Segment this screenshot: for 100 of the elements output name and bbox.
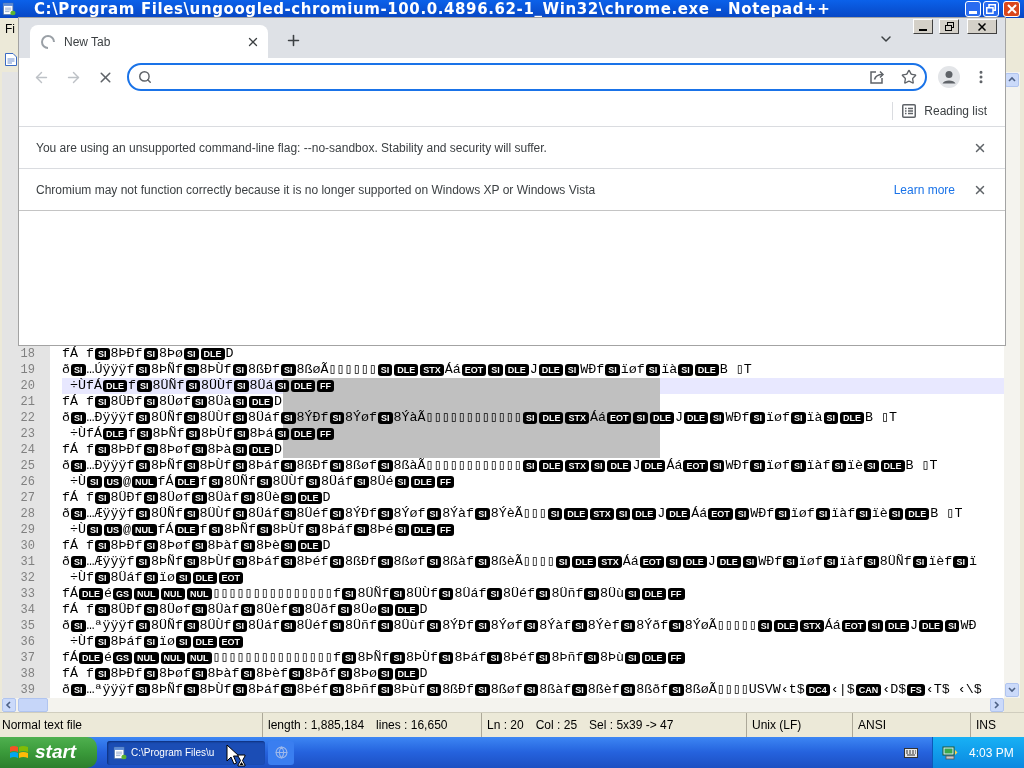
control-char-tag: SI [71, 364, 86, 376]
code-text: é [104, 650, 112, 666]
code-text: ï [968, 554, 977, 570]
code-text: 8ÞÐf [110, 346, 143, 362]
code-text: 8Þñf [551, 650, 584, 666]
control-char-tag: SI [95, 348, 110, 360]
status-text: Normal text file [2, 717, 83, 734]
control-char-tag: SI [337, 604, 353, 616]
control-char-tag: DLE [79, 588, 103, 600]
control-char-tag: SI [475, 508, 490, 520]
control-char-tag: NUL [134, 588, 159, 600]
scroll-left-button[interactable] [2, 698, 16, 712]
menu-item[interactable]: Fi [5, 22, 15, 36]
code-text: 8ÜÙf [199, 410, 232, 426]
status-text: Ln : 20 [487, 717, 524, 734]
control-char-tag: SI [337, 668, 353, 680]
control-char-tag: SI [864, 556, 879, 568]
control-char-tag: SI [143, 604, 159, 616]
control-char-tag: DLE [538, 364, 563, 376]
control-char-tag: SI [232, 620, 248, 632]
code-text: 8ÜÑf [224, 474, 257, 490]
control-char-tag: SI [184, 684, 199, 696]
code-text: ïøf [620, 362, 645, 378]
control-char-tag: SI [87, 524, 102, 536]
control-char-tag: SI [232, 460, 248, 472]
control-char-tag: STX [590, 508, 614, 520]
browser-tab[interactable]: New Tab [30, 25, 268, 58]
code-text: 8Þø [159, 346, 184, 362]
control-char-tag: SI [329, 556, 345, 568]
line-number: 34 [20, 602, 35, 618]
line-number: 20 [20, 378, 35, 394]
code-text: ð [62, 618, 70, 634]
code-text: 8Üùf [393, 618, 426, 634]
code-text: WÐf [580, 362, 605, 378]
avatar-icon[interactable] [938, 66, 960, 88]
code-text: fÁ f [62, 538, 94, 554]
control-char-tag: SI [185, 428, 201, 440]
keyboard-icon[interactable] [904, 747, 918, 758]
control-char-tag: SI [645, 364, 661, 376]
code-text: 8ÞÐf [110, 442, 143, 458]
scrollbar-thumb[interactable] [18, 698, 48, 712]
code-text: fÁ f [62, 602, 94, 618]
line-number: 26 [20, 474, 35, 490]
document-icon[interactable] [5, 53, 17, 66]
code-text: fÁ f [62, 442, 94, 458]
control-char-tag: SI [281, 540, 296, 552]
code-text: 8Þáf [110, 634, 143, 650]
window-title: C:\Program Files\ungoogled-chromium-100.0.4896.62-1_Win32\chrome.exe - Notepad++ [34, 0, 831, 18]
control-char-tag: SI [143, 540, 159, 552]
scroll-down-button[interactable] [1005, 683, 1019, 697]
address-bar[interactable] [127, 63, 927, 91]
scroll-right-button[interactable] [990, 698, 1004, 712]
code-text: 8ÝàÃ▯▯▯▯▯▯▯▯▯▯▯▯ [393, 410, 522, 426]
control-char-tag: SI [523, 684, 539, 696]
control-char-tag: DLE [880, 460, 905, 472]
code-text: 8Üé [369, 474, 394, 490]
control-char-tag: DLE [683, 412, 708, 424]
control-char-tag: DLE [394, 604, 419, 616]
control-char-tag: SI [888, 508, 904, 520]
minimize-button[interactable] [913, 19, 933, 34]
monitor-icon[interactable] [942, 745, 958, 760]
code-text: 8Ýàf [539, 618, 572, 634]
code-text: 8ÞÙf [199, 458, 232, 474]
control-char-tag: DLE [174, 476, 199, 488]
code-text: 8ÞÑf [152, 426, 185, 442]
taskbar-window-button[interactable]: C:\Program Files\u [107, 740, 265, 765]
code-text: 8Þéf [502, 650, 535, 666]
status-text: INS [976, 717, 996, 734]
control-char-tag: SI [329, 508, 345, 520]
control-char-tag: SI [709, 460, 725, 472]
restore-button[interactable] [939, 19, 959, 34]
code-text: 8ÜÑf [151, 410, 184, 426]
close-button[interactable] [967, 19, 997, 34]
new-tab-icon[interactable] [285, 32, 302, 49]
reading-list-button[interactable]: Reading list [900, 102, 989, 120]
code-text: fÁ f [62, 490, 94, 506]
code-text: 8Þøf [159, 666, 192, 682]
control-char-tag: DLE [297, 540, 322, 552]
code-text: 8Ýàf [442, 506, 475, 522]
control-char-tag: DLE [716, 556, 741, 568]
minimize-icon [919, 28, 927, 31]
control-char-tag: DLE [79, 652, 103, 664]
learn-more-link[interactable]: Learn more [893, 180, 955, 199]
bookmark-star-icon[interactable] [901, 69, 917, 85]
code-text: 8Þéf [296, 682, 329, 698]
code-text: 8ÜÐf [110, 394, 143, 410]
control-char-tag: DLE [884, 620, 909, 632]
control-char-tag: SI [281, 556, 296, 568]
code-text: 8ÞÑf [151, 682, 184, 698]
caret-down-icon [1008, 686, 1016, 694]
control-char-tag: SI [274, 428, 290, 440]
start-button[interactable]: start [0, 737, 97, 768]
code-text: 8Üáf [321, 474, 354, 490]
status-text: ANSI [858, 717, 886, 734]
control-char-tag: SI [95, 604, 110, 616]
line-number: 36 [20, 634, 35, 650]
share-icon[interactable] [869, 69, 885, 85]
notepad-icon [113, 745, 127, 760]
control-char-tag: NUL [132, 476, 157, 488]
code-text: WÐ [960, 618, 977, 634]
